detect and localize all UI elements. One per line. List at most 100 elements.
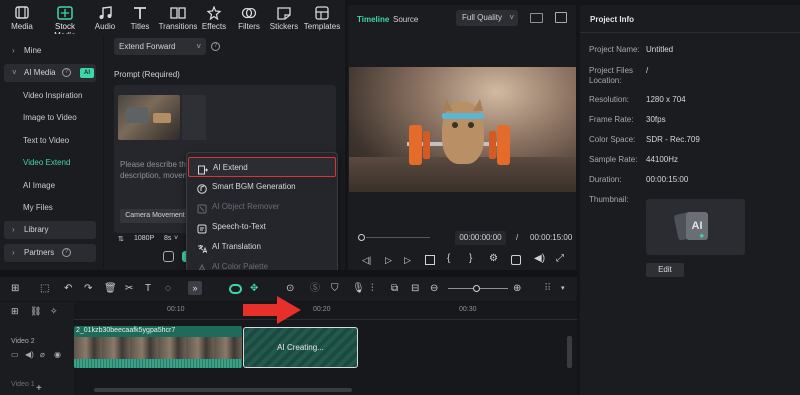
toolbar-audio[interactable]: Audio (85, 6, 125, 31)
resolution-value[interactable]: 1080P (134, 235, 154, 242)
fullscreen-icon[interactable]: ⤢ (556, 254, 566, 264)
sidebar-item-ai-media[interactable]: ˅ AI Media ? AI (4, 64, 96, 82)
sidebar-item-library[interactable]: › Library (4, 221, 96, 239)
ai-creating-clip[interactable]: AI Creating... (243, 327, 358, 368)
prompt-placeholder-line2: description, moveme (120, 171, 194, 180)
text-tool-icon[interactable]: T (145, 283, 156, 294)
toolbar-stickers[interactable]: Stickers (264, 6, 304, 31)
snap-icon[interactable]: ⊟ (411, 283, 422, 294)
toolbar-label: Media (11, 22, 33, 31)
auto-beat-icon[interactable]: Ⓢ (310, 283, 321, 294)
toolbar-effects[interactable]: Effects (194, 6, 234, 31)
help-icon[interactable]: ? (211, 42, 220, 51)
layout-icon[interactable]: ⊞ (11, 283, 22, 294)
toolbar-filters[interactable]: Filters (229, 6, 269, 31)
compare-view-icon[interactable] (530, 13, 543, 23)
quality-select[interactable]: Full Quality ˅ (456, 10, 518, 26)
stop-icon[interactable] (425, 255, 435, 265)
add-track-plus-icon[interactable]: + (36, 383, 42, 394)
zoom-in-icon[interactable]: ⊕ (513, 283, 524, 294)
toolbar-transitions[interactable]: Transitions (157, 6, 199, 31)
mark-out-icon[interactable]: } (469, 254, 479, 264)
video-clip[interactable]: 2_01kzb30beecaafk5ygpa5hcr7 (74, 326, 242, 368)
toolbar-media[interactable]: Media (2, 6, 42, 31)
sidebar-item-text-to-video[interactable]: Text to Video (0, 131, 96, 151)
split-icon[interactable]: ✂ (125, 283, 136, 294)
info-value: 1280 x 704 (646, 95, 686, 104)
resolution-icon: ⇅ (118, 236, 124, 243)
chevron-right-icon: › (12, 225, 15, 234)
chevron-down-icon[interactable]: ▾ (561, 283, 572, 294)
vertical-scrollbar[interactable] (567, 336, 572, 368)
edit-label: Edit (658, 265, 672, 274)
delete-icon[interactable]: 🗑 (104, 283, 117, 294)
duration-value[interactable]: 8s (164, 235, 171, 242)
marker-icon[interactable]: ⊙ (286, 283, 297, 294)
shield-icon[interactable]: ⛉ (331, 283, 342, 294)
menu-item-label: AI Translation (212, 242, 261, 251)
ai-tools-icon[interactable] (229, 284, 242, 294)
select-tool-icon[interactable]: ⬚ (40, 283, 51, 294)
link-icon[interactable]: ⛓ (30, 306, 41, 317)
eye-icon[interactable]: ◉ (54, 350, 61, 359)
zoom-slider-handle[interactable] (473, 285, 480, 292)
sidebar-label: Mine (24, 46, 42, 55)
help-icon[interactable]: ? (62, 68, 71, 77)
prompt-label: Prompt (Required) (114, 70, 180, 79)
play-icon[interactable]: ▷ (404, 255, 414, 265)
help-icon[interactable]: ? (62, 248, 71, 257)
undo-icon[interactable]: ↶ (64, 283, 75, 294)
camera-movement-button[interactable]: Camera Movement (120, 209, 190, 223)
previous-frame-icon[interactable]: ◁| (362, 255, 372, 265)
audio-mixer-icon[interactable]: ⫶ (371, 283, 382, 294)
sidebar-item-ai-image[interactable]: AI Image (0, 176, 96, 196)
camera-movement-label: Camera Movement (125, 212, 185, 219)
zoom-out-icon[interactable]: ⊖ (430, 283, 441, 294)
toolbar-templates[interactable]: Templates (300, 6, 344, 31)
pip-icon[interactable]: ⧉ (391, 283, 402, 294)
crop-icon[interactable]: ◌ (165, 283, 176, 294)
tab-source[interactable]: Source (393, 15, 418, 24)
timeline-scrollbar[interactable] (94, 388, 352, 392)
filters-icon (241, 6, 257, 20)
display-settings-icon[interactable]: ⚙ (489, 254, 499, 264)
sidebar-item-video-inspiration[interactable]: Video Inspiration (0, 86, 96, 106)
info-label: Frame Rate: (589, 115, 634, 124)
snapshot-icon[interactable] (555, 12, 567, 23)
toolbar-titles[interactable]: Titles (120, 6, 160, 31)
ripple-icon[interactable]: ✥ (250, 283, 261, 294)
extend-mode-value: Extend Forward (119, 42, 176, 51)
ruler-mark: 00:10 (167, 306, 185, 313)
playhead-handle[interactable] (358, 234, 365, 241)
camera-icon[interactable] (511, 255, 521, 265)
progress-track[interactable] (366, 237, 430, 238)
add-track-icon[interactable]: ⊞ (11, 306, 19, 317)
step-back-icon[interactable]: ▷ (385, 255, 395, 265)
sparkle-icon: ✦ (698, 231, 706, 241)
menu-item-ai-translation[interactable]: AI Translation (188, 237, 336, 257)
grid-icon[interactable]: ⠿ (544, 283, 555, 294)
lock-icon[interactable]: ⌀ (40, 350, 45, 359)
sidebar-item-image-to-video[interactable]: Image to Video (0, 108, 96, 128)
info-value: 44100Hz (646, 155, 679, 164)
track-settings-icon[interactable]: ✧ (50, 306, 58, 317)
volume-icon[interactable]: ◀) (25, 350, 34, 359)
edit-thumbnail-button[interactable]: Edit (646, 263, 684, 277)
sidebar-item-my-files[interactable]: My Files (0, 198, 96, 218)
menu-item-speech-to-text[interactable]: Speech-to-Text (188, 217, 336, 237)
sidebar-item-video-extend[interactable]: Video Extend (0, 153, 96, 173)
redo-icon[interactable]: ↷ (84, 283, 95, 294)
menu-item-ai-extend[interactable]: AI Extend (188, 157, 336, 177)
sidebar-item-mine[interactable]: › Mine (4, 42, 96, 60)
folder-icon[interactable]: ▭ (11, 350, 19, 359)
mark-in-icon[interactable]: { (447, 254, 457, 264)
extend-mode-select[interactable]: Extend Forward ˅ (114, 38, 206, 55)
volume-icon[interactable]: ◀) (534, 254, 545, 264)
more-tools-icon[interactable]: » (188, 281, 202, 295)
info-label: Project Files Location: (589, 66, 634, 85)
sidebar-item-partners[interactable]: › Partners ? (4, 244, 96, 262)
mic-icon[interactable]: 🎙 (352, 283, 365, 294)
tab-timeline[interactable]: Timeline (357, 15, 389, 24)
menu-item-smart-bgm[interactable]: Smart BGM Generation (188, 177, 336, 197)
audio-icon (97, 6, 113, 20)
